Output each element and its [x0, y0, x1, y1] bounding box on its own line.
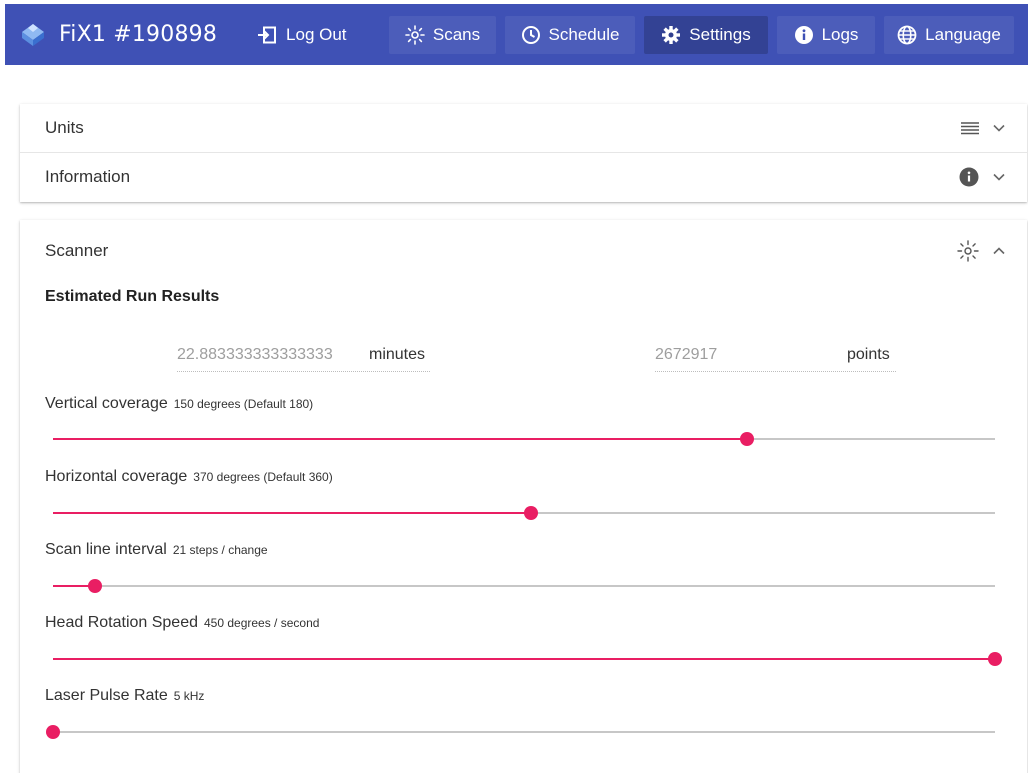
- estimated-run-results-heading: Estimated Run Results: [45, 288, 220, 305]
- slider-thumb[interactable]: [523, 506, 538, 520]
- slider-title: Vertical coverage: [45, 395, 168, 412]
- slider-fill: [53, 438, 748, 440]
- vertical-coverage-slider[interactable]: [53, 432, 995, 446]
- scan-line-interval-label: Scan line interval 21 steps / change: [45, 541, 268, 559]
- slider-thumb[interactable]: [740, 432, 755, 446]
- nav-schedule-label: Schedule: [548, 24, 620, 44]
- scanner-title: Scanner: [45, 241, 109, 260]
- slider-title: Laser Pulse Rate: [45, 687, 168, 704]
- head-rotation-speed-label: Head Rotation Speed 450 degrees / second: [45, 614, 319, 632]
- head-rotation-speed-slider[interactable]: [53, 652, 1002, 666]
- clock-icon: [521, 25, 540, 44]
- chevron-down-icon[interactable]: [993, 124, 1005, 132]
- globe-icon: [897, 25, 917, 44]
- estimated-points-value: 2672917: [655, 346, 718, 363]
- estimated-minutes-value: 22.883333333333333: [177, 346, 333, 363]
- slider-fill: [53, 512, 531, 514]
- scanner-header[interactable]: Scanner: [20, 227, 1027, 275]
- logout-button[interactable]: Log Out: [257, 25, 347, 45]
- top-app-bar: FiX1 #190898 Log Out Scans Schedule Sett…: [5, 4, 1028, 65]
- nav-logs[interactable]: Logs: [777, 15, 875, 54]
- slider-thumb[interactable]: [46, 725, 60, 739]
- gear-icon: [662, 25, 681, 44]
- vertical-coverage-label: Vertical coverage 150 degrees (Default 18…: [45, 395, 313, 413]
- slider-track: [53, 585, 995, 587]
- nav-scans[interactable]: Scans: [389, 15, 496, 54]
- nav-settings-label: Settings: [689, 24, 751, 44]
- scan-line-interval-slider[interactable]: [53, 579, 995, 593]
- nav-scans-label: Scans: [432, 24, 481, 44]
- slider-value-hint: 150 degrees (Default 180): [173, 397, 314, 411]
- scanner-icon: [957, 240, 979, 262]
- scanner-panel: Scanner Estimated Run Results 22.8833333…: [20, 220, 1027, 773]
- slider-thumb[interactable]: [988, 652, 1002, 666]
- chevron-up-icon[interactable]: [993, 247, 1005, 255]
- slider-value-hint: 450 degrees / second: [204, 616, 320, 630]
- app-title: FiX1 #190898: [59, 22, 218, 47]
- main-nav: Scans Schedule Settings Logs Language: [389, 4, 1023, 65]
- brand[interactable]: FiX1 #190898: [19, 4, 217, 65]
- minutes-unit-label: minutes: [369, 346, 426, 363]
- slider-fill: [53, 658, 995, 660]
- horizontal-coverage-slider[interactable]: [53, 506, 995, 520]
- estimated-points-field: 2672917 points: [655, 346, 896, 372]
- slider-title: Scan line interval: [45, 541, 167, 558]
- nav-language-label: Language: [925, 24, 1001, 44]
- points-unit-label: points: [847, 346, 890, 363]
- nav-schedule[interactable]: Schedule: [505, 15, 635, 54]
- app-logo-icon: [22, 23, 44, 46]
- list-icon: [961, 121, 979, 135]
- units-title: Units: [45, 118, 84, 137]
- estimated-minutes-field: 22.883333333333333 minutes: [177, 346, 430, 372]
- scans-icon: [405, 24, 425, 45]
- information-title: Information: [45, 167, 131, 186]
- laser-pulse-rate-slider[interactable]: [46, 725, 995, 739]
- nav-logs-label: Logs: [821, 24, 859, 44]
- units-header[interactable]: Units: [20, 104, 1027, 152]
- settings-collapsed-panels: Units Information: [20, 104, 1027, 202]
- info-icon: [794, 25, 813, 44]
- logout-icon: [258, 26, 277, 43]
- information-header[interactable]: Information: [20, 153, 1027, 201]
- slider-value-hint: 370 degrees (Default 360): [193, 470, 333, 484]
- info-icon: [959, 167, 979, 187]
- slider-value-hint: 5 kHz: [173, 689, 205, 703]
- slider-title: Horizontal coverage: [45, 468, 188, 485]
- chevron-down-icon[interactable]: [993, 173, 1005, 181]
- slider-title: Head Rotation Speed: [45, 614, 198, 631]
- laser-pulse-rate-label: Laser Pulse Rate 5 kHz: [45, 687, 204, 705]
- horizontal-coverage-label: Horizontal coverage 370 degrees (Default …: [45, 468, 333, 486]
- nav-settings[interactable]: Settings: [644, 15, 768, 54]
- slider-track: [53, 731, 995, 733]
- slider-thumb[interactable]: [88, 579, 103, 593]
- slider-value-hint: 21 steps / change: [172, 543, 268, 557]
- logout-label: Log Out: [286, 24, 347, 44]
- nav-language[interactable]: Language: [884, 15, 1014, 54]
